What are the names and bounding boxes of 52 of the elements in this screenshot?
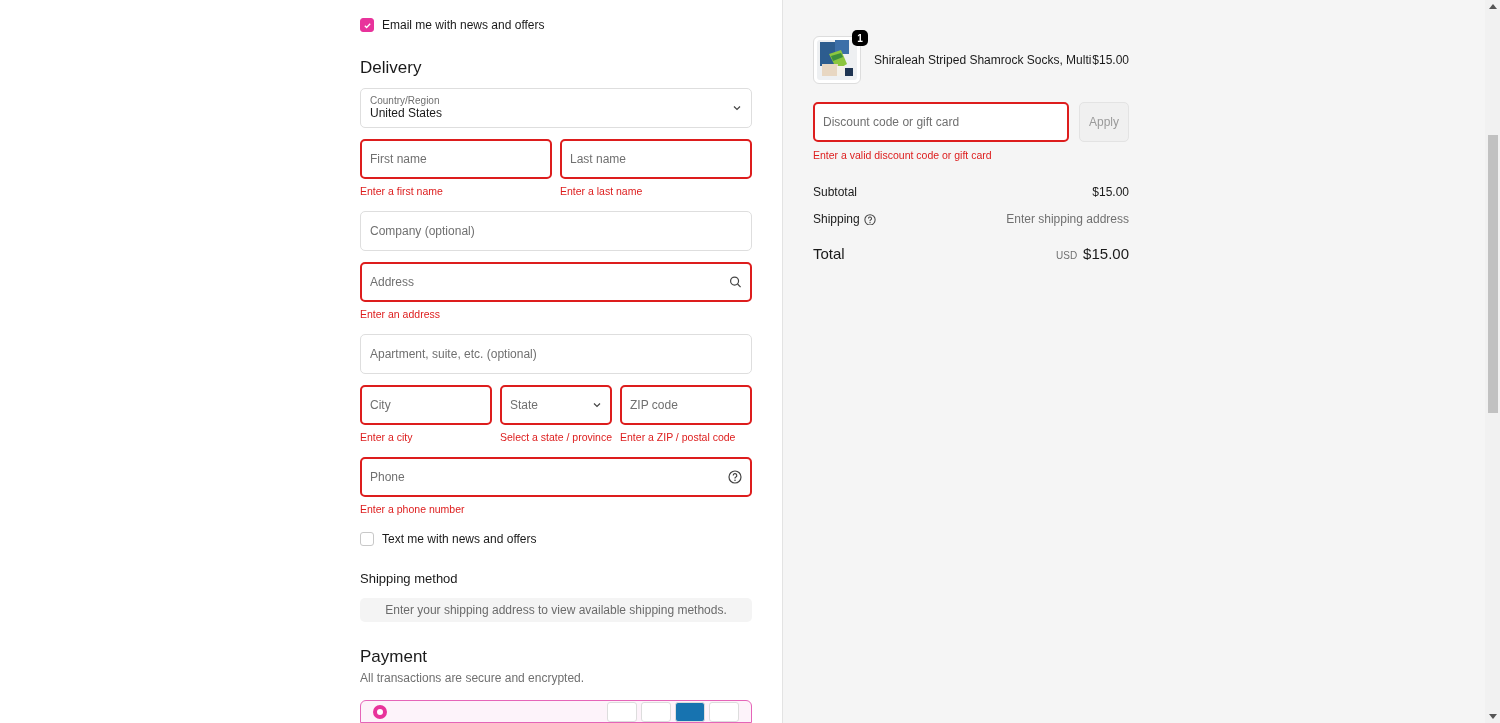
error-message: Enter an address xyxy=(360,307,441,323)
input-field[interactable]: First name xyxy=(360,139,552,180)
card-icon xyxy=(607,701,637,722)
search-icon[interactable] xyxy=(729,275,742,289)
error-message: Enter a city xyxy=(360,429,414,445)
error-message: Enter a valid discount code or gift card xyxy=(813,148,993,163)
checkbox[interactable] xyxy=(360,18,374,32)
scrollbar[interactable] xyxy=(1485,0,1500,723)
summary-label: Subtotal xyxy=(813,183,858,201)
card-icon xyxy=(675,701,705,722)
input-field[interactable]: Discount code or gift card xyxy=(813,102,1069,142)
input-field[interactable]: Phone xyxy=(360,456,752,497)
input-field[interactable]: ZIP code xyxy=(620,384,752,425)
select-field[interactable]: State xyxy=(499,384,613,425)
payment-option[interactable] xyxy=(360,700,752,723)
section-heading: Shipping method xyxy=(360,571,459,587)
summary-value: Enter shipping address xyxy=(1006,210,1129,228)
scroll-up-icon[interactable] xyxy=(1488,4,1497,9)
error-message: Enter a ZIP / postal code xyxy=(620,429,737,445)
select-field[interactable]: Country/Region United States xyxy=(360,88,752,129)
checkbox[interactable] xyxy=(360,532,374,547)
section-heading: Delivery xyxy=(360,58,423,79)
section-subtitle: All transactions are secure and encrypted. xyxy=(360,670,586,688)
card-icon xyxy=(709,701,739,722)
currency-code: USD xyxy=(1056,248,1078,263)
total-amount: $15.00 xyxy=(1083,243,1129,264)
summary-label: Shipping xyxy=(813,210,860,228)
scroll-thumb[interactable] xyxy=(1487,135,1498,413)
total-label: Total xyxy=(813,243,845,264)
input-field[interactable]: Address xyxy=(360,262,752,303)
error-message: Enter a first name xyxy=(360,184,444,200)
summary-value: $15.00 xyxy=(1092,183,1129,201)
radio-button[interactable] xyxy=(373,704,387,719)
product-name: Shiraleah Striped Shamrock Socks, Multi xyxy=(874,52,1092,69)
error-message: Enter a last name xyxy=(560,184,644,200)
input-field[interactable]: City xyxy=(360,384,492,425)
check-icon xyxy=(362,20,372,30)
checkbox-label: Text me with news and offers xyxy=(382,531,537,549)
product-price: $15.00 xyxy=(1092,52,1129,69)
error-message: Enter a phone number xyxy=(360,501,466,517)
quantity-badge: 1 xyxy=(852,30,868,46)
error-message: Select a state / province xyxy=(499,429,613,445)
card-icon xyxy=(641,701,671,722)
field-label: Country/Region xyxy=(370,95,441,107)
scroll-down-icon[interactable] xyxy=(1488,714,1497,719)
field-value: United States xyxy=(370,106,444,122)
checkbox-label: Email me with news and offers xyxy=(382,17,545,34)
info-message: Enter your shipping address to view available shipping methods. xyxy=(360,598,752,622)
input-field[interactable]: Last name xyxy=(560,139,752,180)
help-icon[interactable] xyxy=(728,469,742,484)
section-heading: Payment xyxy=(360,646,429,668)
help-icon[interactable] xyxy=(863,212,876,225)
